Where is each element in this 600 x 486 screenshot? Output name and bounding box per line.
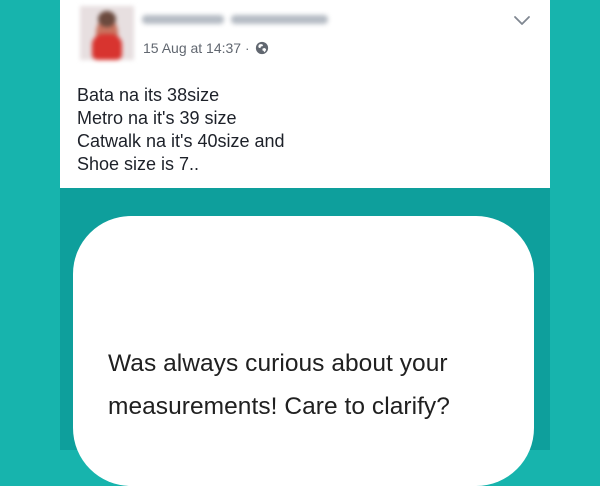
post-line: Shoe size is 7.. — [77, 154, 200, 174]
chevron-down-icon[interactable] — [513, 15, 531, 27]
question-line: Was always curious about your — [108, 350, 448, 377]
author-name-redacted[interactable] — [142, 10, 328, 28]
meta-separator: · — [245, 40, 250, 56]
avatar[interactable] — [80, 6, 134, 60]
globe-icon[interactable] — [255, 41, 269, 55]
post-meta: 15 Aug at 14:37 · — [143, 40, 269, 56]
post-line: Metro na it's 39 size — [77, 108, 237, 128]
question-line: measurements! Care to clarify? — [108, 393, 450, 420]
avatar-shirt — [92, 34, 122, 60]
question-bubble: Was always curious about your measuremen… — [73, 216, 534, 486]
post-body: Bata na its 38size Metro na it's 39 size… — [77, 84, 507, 176]
redacted-name-part — [231, 14, 328, 24]
post-line: Catwalk na it's 40size and — [77, 131, 285, 151]
post-timestamp[interactable]: 15 Aug at 14:37 — [143, 40, 241, 56]
post-line: Bata na its 38size — [77, 85, 220, 105]
post-card: 15 Aug at 14:37 · Bata na its 38size Met… — [60, 0, 550, 188]
question-text: Was always curious about your measuremen… — [108, 342, 528, 428]
avatar-hair — [98, 11, 116, 27]
redacted-name-part — [142, 14, 224, 24]
